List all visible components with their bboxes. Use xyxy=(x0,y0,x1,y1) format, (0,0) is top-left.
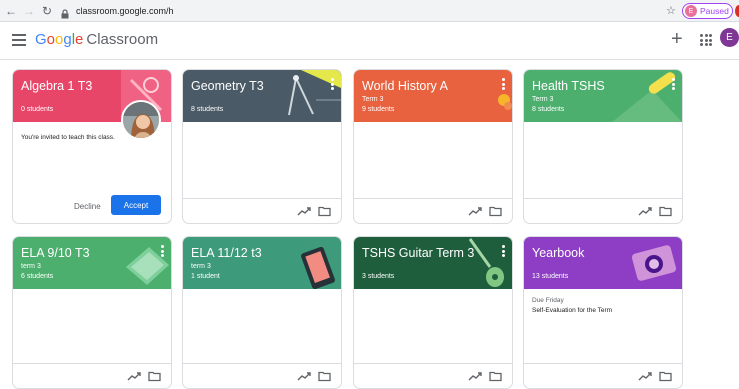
product-name: Classroom xyxy=(86,31,159,48)
folder-icon[interactable] xyxy=(148,370,161,382)
browser-toolbar: ← → ↻ classroom.google.com/h ☆ E Paused xyxy=(0,0,739,22)
card-footer xyxy=(524,363,682,388)
class-card-world-history[interactable]: World History A Term 3 9 students xyxy=(353,69,513,224)
trending-icon[interactable] xyxy=(127,370,141,382)
profile-avatar: E xyxy=(685,5,697,17)
card-title[interactable]: TSHS Guitar Term 3 xyxy=(362,246,504,261)
card-header[interactable]: Health TSHS Term 3 8 students xyxy=(524,70,682,122)
folder-icon[interactable] xyxy=(489,205,502,217)
class-card-algebra[interactable]: Algebra 1 T3 0 students You're invited t… xyxy=(12,69,172,224)
card-title[interactable]: Geometry T3 xyxy=(191,79,333,94)
accept-button[interactable]: Accept xyxy=(111,195,161,215)
lock-icon xyxy=(60,6,70,19)
card-section: Term 3 xyxy=(532,96,554,103)
app-logo[interactable]: Google Classroom xyxy=(35,31,158,48)
card-section: term 3 xyxy=(191,263,211,270)
profile-status: Paused xyxy=(700,6,729,16)
profile-paused-button[interactable]: E Paused xyxy=(682,3,733,19)
folder-icon[interactable] xyxy=(318,370,331,382)
class-card-health[interactable]: Health TSHS Term 3 8 students xyxy=(523,69,683,224)
due-date-label: Due Friday xyxy=(532,297,564,304)
card-options-icon[interactable] xyxy=(502,245,506,257)
class-card-yearbook[interactable]: Yearbook 13 students Due Friday Self-Eva… xyxy=(523,236,683,389)
student-count: 8 students xyxy=(532,106,565,113)
reload-icon[interactable]: ↻ xyxy=(40,4,54,18)
card-footer xyxy=(183,198,341,223)
card-title[interactable]: World History A xyxy=(362,79,504,94)
card-title[interactable]: ELA 9/10 T3 xyxy=(21,246,163,261)
apps-grid-icon[interactable] xyxy=(700,34,712,46)
card-title[interactable]: Algebra 1 T3 xyxy=(21,79,163,94)
card-footer xyxy=(354,198,512,223)
trending-icon[interactable] xyxy=(468,205,482,217)
student-count: 8 students xyxy=(191,106,224,113)
compass-illustration-icon xyxy=(288,70,341,116)
card-title[interactable]: ELA 11/12 t3 xyxy=(191,246,333,261)
app-header: Google Classroom + E xyxy=(0,22,739,60)
class-card-geometry[interactable]: Geometry T3 8 students xyxy=(182,69,342,224)
url-text: classroom.google.com/h xyxy=(76,6,174,16)
trending-icon[interactable] xyxy=(297,205,311,217)
class-card-ela-11-12[interactable]: ELA 11/12 t3 term 3 1 student xyxy=(182,236,342,389)
bookmark-star-icon[interactable]: ☆ xyxy=(666,4,676,17)
card-header[interactable]: TSHS Guitar Term 3 3 students xyxy=(354,237,512,289)
account-avatar[interactable]: E xyxy=(720,28,739,47)
teacher-avatar xyxy=(121,100,161,140)
class-card-guitar[interactable]: TSHS Guitar Term 3 3 students xyxy=(353,236,513,389)
card-footer xyxy=(183,363,341,388)
assignment-link[interactable]: Self-Evaluation for the Term xyxy=(532,307,612,314)
student-count: 13 students xyxy=(532,273,569,280)
trending-icon[interactable] xyxy=(638,370,652,382)
card-footer xyxy=(13,363,171,388)
card-options-icon[interactable] xyxy=(161,245,165,257)
folder-icon[interactable] xyxy=(659,370,672,382)
back-arrow-icon[interactable]: ← xyxy=(4,4,18,18)
card-title[interactable]: Yearbook xyxy=(532,246,674,261)
address-bar[interactable]: classroom.google.com/h xyxy=(56,2,665,20)
card-options-icon[interactable] xyxy=(672,78,676,90)
student-count: 9 students xyxy=(362,106,395,113)
card-header[interactable]: World History A Term 3 9 students xyxy=(354,70,512,122)
card-options-icon[interactable] xyxy=(502,78,506,90)
card-title[interactable]: Health TSHS xyxy=(532,79,674,94)
folder-icon[interactable] xyxy=(489,370,502,382)
forward-arrow-icon[interactable]: → xyxy=(22,4,36,18)
main-menu-icon[interactable] xyxy=(12,34,26,46)
card-options-icon[interactable] xyxy=(331,78,335,90)
camera-illustration-icon xyxy=(631,245,677,281)
folder-icon[interactable] xyxy=(318,205,331,217)
trending-icon[interactable] xyxy=(468,370,482,382)
student-count: 3 students xyxy=(362,273,395,280)
trending-icon[interactable] xyxy=(297,370,311,382)
card-header[interactable]: ELA 11/12 t3 term 3 1 student xyxy=(183,237,341,289)
extension-icon[interactable] xyxy=(735,5,739,17)
card-header[interactable]: Geometry T3 8 students xyxy=(183,70,341,122)
card-header[interactable]: ELA 9/10 T3 term 3 6 students xyxy=(13,237,171,289)
card-header[interactable]: Yearbook 13 students xyxy=(524,237,682,289)
student-count: 6 students xyxy=(21,273,54,280)
card-footer xyxy=(354,363,512,388)
decline-button[interactable]: Decline xyxy=(74,202,101,211)
card-footer xyxy=(524,198,682,223)
folder-icon[interactable] xyxy=(659,205,672,217)
card-section: Term 3 xyxy=(362,96,384,103)
trending-icon[interactable] xyxy=(638,205,652,217)
add-class-icon[interactable]: + xyxy=(671,29,683,49)
student-count: 1 student xyxy=(191,273,220,280)
invite-message: You're invited to teach this class. xyxy=(21,134,115,141)
card-section: term 3 xyxy=(21,263,41,270)
class-card-ela-9-10[interactable]: ELA 9/10 T3 term 3 6 students xyxy=(12,236,172,389)
